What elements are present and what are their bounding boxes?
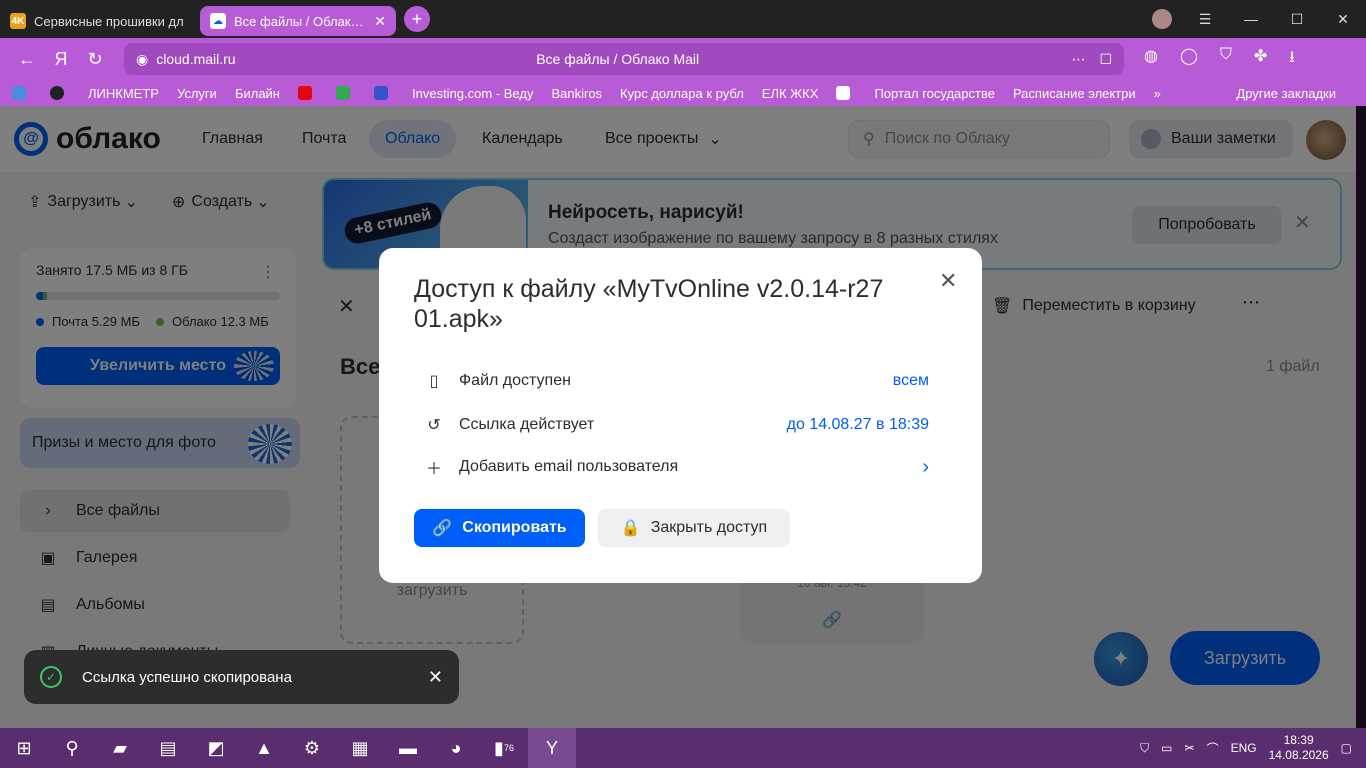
check-circle-icon: ✓: [40, 666, 62, 688]
battery-app-icon[interactable]: ▮ 76: [480, 728, 528, 768]
bookmark-item[interactable]: ЕЛК ЖКХ: [762, 86, 819, 101]
windows-start-icon[interactable]: ⊞: [0, 728, 48, 768]
yandex-browser-icon[interactable]: Y: [528, 728, 576, 768]
language-indicator[interactable]: ENG: [1231, 741, 1257, 755]
bookmark-item[interactable]: ЛИНКМЕТР: [88, 86, 159, 101]
tab-label: Сервисные прошивки дл: [34, 13, 184, 29]
browser-tab-firmware[interactable]: 4K Сервисные прошивки дл: [0, 6, 196, 36]
copy-label: Скопировать: [462, 519, 567, 536]
success-toast: ✓ Ссылка успешно скопирована ✕: [24, 650, 459, 704]
defender-icon[interactable]: ⛉: [1140, 741, 1149, 756]
access-label: Файл доступен: [459, 372, 571, 389]
bookmark-icon[interactable]: ☐: [1099, 51, 1112, 68]
bookmark-gosuslugi[interactable]: [836, 86, 856, 100]
link-icon: 🔗: [432, 520, 453, 537]
other-bookmarks[interactable]: Другие закладки: [1236, 86, 1336, 101]
bookmarks-bar: ЛИНКМЕТР Услуги Билайн Investing.com - В…: [0, 80, 1366, 106]
reload-button[interactable]: ↻: [78, 49, 112, 70]
extensions-icon[interactable]: ✤: [1254, 46, 1267, 73]
shield-icon[interactable]: ⛉: [1220, 46, 1232, 73]
folder-icon[interactable]: ▬: [384, 728, 432, 768]
omnibox[interactable]: ◉ cloud.mail.ru Все файлы / Облако Mail …: [124, 43, 1124, 75]
menu-icon[interactable]: ☰: [1182, 11, 1228, 28]
toast-message: Ссылка успешно скопирована: [82, 668, 292, 686]
expire-row: ↺ Ссылка действует до 14.08.27 в 18:39: [423, 411, 929, 439]
bookmark-mts[interactable]: [298, 86, 318, 100]
close-icon[interactable]: ✕: [428, 667, 443, 688]
profile-avatar[interactable]: [1152, 9, 1172, 29]
back-button[interactable]: ←: [10, 49, 44, 70]
browser-tab-cloud[interactable]: ☁ Все файлы / Облако Mail ✕: [200, 6, 396, 36]
photos-app-icon[interactable]: ◩: [192, 728, 240, 768]
bookmark-play[interactable]: [336, 86, 356, 100]
bookmark-item[interactable]: Расписание электри: [1013, 86, 1136, 101]
close-access-label: Закрыть доступ: [650, 519, 768, 536]
bookmark-item[interactable]: Билайн: [235, 86, 280, 101]
plus-icon: ＋: [425, 461, 442, 478]
tab-label: Все файлы / Облако Mail: [234, 13, 368, 29]
battery-icon[interactable]: ▭: [1161, 741, 1172, 755]
chevron-right-icon: ›: [922, 455, 929, 478]
access-value[interactable]: всем: [893, 372, 929, 390]
minimize-button[interactable]: —: [1228, 11, 1274, 27]
more-icon[interactable]: ⋯: [1071, 51, 1085, 68]
books-app-icon[interactable]: ▤: [144, 728, 192, 768]
tools-icon[interactable]: ✂: [1185, 741, 1195, 755]
bookmark-ip[interactable]: [12, 86, 32, 100]
history-icon: ↺: [427, 417, 441, 434]
vlc-icon[interactable]: ▲: [240, 728, 288, 768]
lock-icon: ◉: [136, 50, 149, 67]
bookmark-item[interactable]: Курс доллара к рубл: [620, 86, 744, 101]
disk-app-icon[interactable]: ▰: [96, 728, 144, 768]
4k-icon: 4K: [10, 13, 26, 29]
firefox-icon[interactable]: ◕: [432, 728, 480, 768]
close-window-button[interactable]: ✕: [1320, 11, 1366, 28]
bookmark-item[interactable]: Портал государстве: [874, 86, 995, 101]
close-icon[interactable]: ✕: [939, 268, 957, 294]
add-email-label: Добавить email пользователя: [459, 458, 679, 475]
close-access-button[interactable]: 🔒 Закрыть доступ: [598, 509, 790, 547]
url-text: cloud.mail.ru: [156, 51, 236, 67]
notifications-icon[interactable]: ▢: [1341, 741, 1352, 755]
bookmark-item[interactable]: Услуги: [177, 86, 217, 101]
globe-icon[interactable]: ◍: [1144, 46, 1158, 73]
address-bar: ← Я ↻ ◉ cloud.mail.ru Все файлы / Облако…: [0, 38, 1366, 80]
control-panel-icon[interactable]: ▦: [336, 728, 384, 768]
copy-link-button[interactable]: 🔗 Скопировать: [414, 509, 585, 547]
bookmark-item[interactable]: Bankiros: [551, 86, 602, 101]
bookmark-flag[interactable]: [374, 86, 394, 100]
bookmarks-more[interactable]: »: [1154, 86, 1161, 101]
clock[interactable]: 18:39 14.08.2026: [1269, 733, 1329, 763]
search-icon[interactable]: ⚲: [48, 728, 96, 768]
page-title-text: Все файлы / Облако Mail: [536, 51, 700, 67]
modal-title: Доступ к файлу «MyTvOnline v2.0.14-r27 01…: [414, 275, 884, 333]
windows-taskbar: ⊞ ⚲ ▰ ▤ ◩ ▲ ⚙ ▦ ▬ ◕ ▮ 76 Y ⛉ ▭ ✂ ⌒ ENG 18…: [0, 728, 1366, 768]
lock-icon: 🔒: [620, 520, 641, 537]
wifi-icon[interactable]: ⌒: [1207, 740, 1219, 757]
circle-extension-icon[interactable]: ◯: [1180, 46, 1198, 73]
close-tab-icon[interactable]: ✕: [374, 13, 386, 30]
bookmark-clock[interactable]: [50, 86, 70, 100]
new-tab-button[interactable]: +: [404, 6, 430, 32]
bookmark-item[interactable]: Investing.com - Веду: [412, 86, 533, 101]
expire-label: Ссылка действует: [459, 416, 595, 433]
access-row: ▯ Файл доступен всем: [423, 367, 929, 395]
maximize-button[interactable]: ☐: [1274, 11, 1320, 28]
download-icon[interactable]: ⭳: [1289, 46, 1295, 73]
browser-tab-bar: 4K Сервисные прошивки дл ☁ Все файлы / О…: [0, 0, 1366, 38]
add-email-row[interactable]: ＋ Добавить email пользователя ›: [423, 453, 929, 481]
cloud-icon: ☁: [210, 13, 226, 29]
file-icon: ▯: [429, 373, 439, 390]
yandex-icon[interactable]: Я: [44, 49, 78, 70]
settings-gear-icon[interactable]: ⚙: [288, 728, 336, 768]
share-access-modal: Доступ к файлу «MyTvOnline v2.0.14-r27 01…: [379, 248, 982, 583]
expire-value[interactable]: до 14.08.27 в 18:39: [787, 416, 929, 434]
